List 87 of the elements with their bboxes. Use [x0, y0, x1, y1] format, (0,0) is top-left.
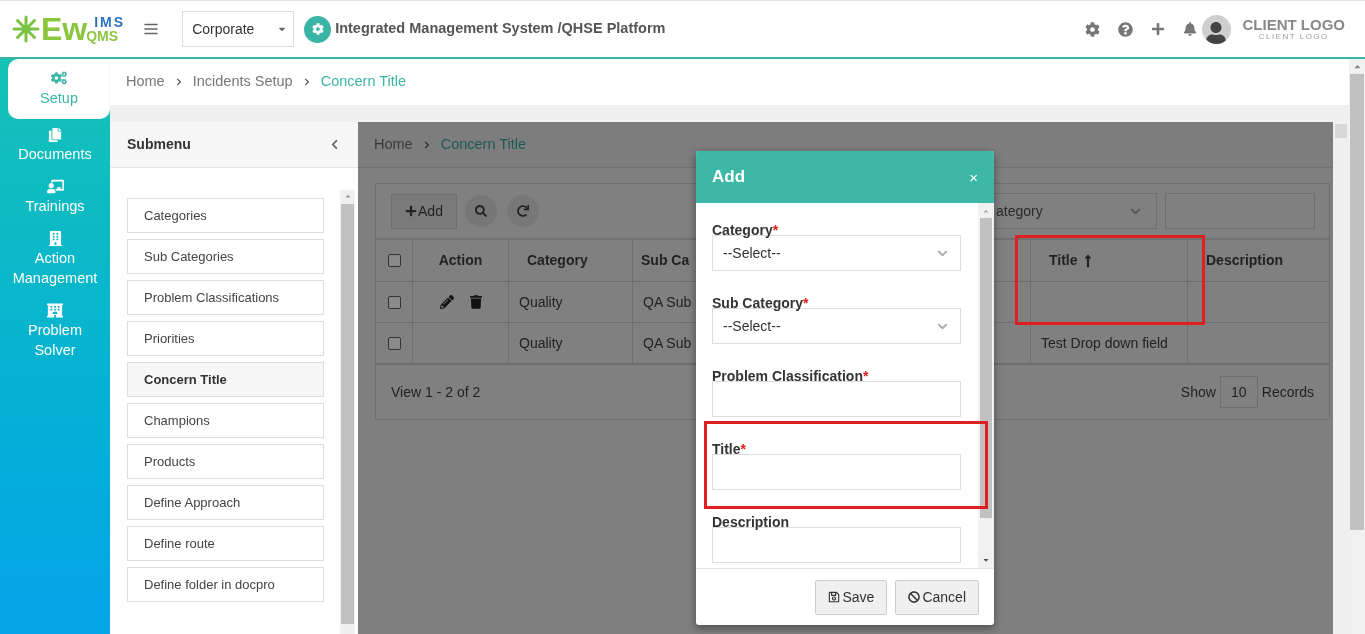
client-logo: CLIENT LOGO — [1242, 17, 1345, 32]
submenu-item[interactable]: Define Approach — [127, 485, 324, 520]
nav-item[interactable]: Documents — [0, 125, 110, 167]
scroll-up-icon[interactable] — [343, 192, 352, 200]
submenu-item[interactable]: Sub Categories — [127, 239, 324, 274]
column-header[interactable]: Category — [509, 240, 633, 281]
client-logo-subtitle: CLIENT LOGO — [1258, 33, 1329, 41]
scroll-down-icon[interactable] — [982, 556, 990, 564]
submenu-item[interactable]: Define folder in docpro — [127, 567, 324, 602]
plus-icon[interactable] — [1150, 22, 1165, 36]
sort-arrow-icon — [1083, 253, 1092, 268]
checkbox[interactable] — [387, 254, 401, 267]
refresh-button[interactable] — [507, 195, 539, 227]
submenu-item[interactable]: Categories — [127, 198, 324, 233]
nav-item[interactable]: Trainings — [0, 176, 110, 219]
bell-icon[interactable] — [1182, 22, 1197, 36]
edit-icon[interactable] — [439, 295, 454, 309]
show-label: Show — [1180, 382, 1216, 402]
add-button[interactable]: Add — [391, 193, 457, 229]
close-button[interactable]: × — [969, 169, 978, 185]
nav-item[interactable]: Action Management — [0, 228, 110, 291]
submenu-item[interactable]: Products — [127, 444, 324, 479]
building-icon — [48, 231, 62, 246]
chevron-icon — [174, 78, 183, 86]
teacher-icon — [46, 179, 64, 194]
logo-text: IMS — [93, 15, 126, 29]
app-title: Integrated Management System /QHSE Platform — [335, 19, 666, 39]
page-size-field[interactable]: 10 — [1219, 376, 1258, 408]
table-cell-text: Quality — [519, 333, 563, 353]
submenu-title: Submenu — [127, 135, 191, 154]
breadcrumb-link[interactable]: Home — [126, 71, 165, 93]
column-header[interactable]: Action — [413, 240, 509, 281]
nav-item[interactable]: Setup — [8, 59, 110, 119]
scrollbar[interactable] — [978, 203, 994, 568]
submenu-item[interactable]: Problem Classifications — [127, 280, 324, 315]
records-label: Records — [1261, 382, 1314, 402]
delete-icon[interactable] — [469, 295, 482, 309]
collapse-icon[interactable] — [330, 139, 339, 150]
submenu-item[interactable]: Concern Title — [127, 362, 324, 397]
help-icon[interactable] — [1117, 21, 1133, 37]
gear-icon — [304, 15, 332, 43]
search-icon — [475, 205, 487, 217]
search-button[interactable] — [465, 195, 497, 227]
scrollbar[interactable] — [340, 190, 355, 634]
scrollbar[interactable] — [1349, 59, 1365, 634]
building-icon — [47, 303, 63, 318]
table-cell-text: Quality — [519, 292, 563, 312]
breadcrumb-link[interactable]: Home — [374, 133, 413, 156]
gears-icon — [51, 70, 67, 86]
submenu-item[interactable]: Champions — [127, 403, 324, 438]
required-marker: * — [740, 440, 746, 459]
chevron-icon — [422, 140, 431, 149]
nav-item[interactable]: Problem Solver — [0, 300, 110, 363]
save-icon — [828, 591, 841, 603]
logo-text: Ew — [41, 13, 88, 45]
organization-select[interactable]: Corporate — [182, 11, 295, 47]
table-cell-text: QA Sub — [643, 292, 692, 312]
scroll-up-icon[interactable] — [1352, 62, 1362, 71]
table-cell-text: QA Sub — [643, 333, 692, 353]
submenu-item[interactable]: Define route — [127, 526, 324, 561]
copy-icon — [48, 128, 62, 142]
table-cell-text: Test Drop down field — [1041, 333, 1168, 353]
input-field[interactable] — [712, 381, 961, 417]
chevron-icon — [302, 78, 311, 86]
field-label: Problem Classification — [712, 367, 863, 386]
checkbox[interactable] — [387, 295, 401, 309]
avatar-icon[interactable] — [1201, 14, 1231, 44]
logo-text: QMS — [86, 29, 120, 43]
field-label: Description — [712, 513, 789, 532]
field-label: Title — [712, 440, 741, 459]
cancel-icon — [908, 591, 921, 603]
submenu-item[interactable]: Priorities — [127, 321, 324, 356]
save-button[interactable]: Save — [815, 579, 888, 615]
input-field[interactable] — [712, 454, 961, 490]
breadcrumb-link[interactable]: Concern Title — [320, 71, 407, 93]
logo-burst-icon — [12, 15, 40, 43]
plus-icon — [405, 205, 418, 217]
cancel-button[interactable]: Cancel — [895, 579, 979, 615]
settings-icon[interactable] — [1084, 21, 1100, 37]
dialog-title: Add — [712, 166, 746, 189]
checkbox[interactable] — [387, 336, 401, 350]
refresh-icon — [517, 205, 529, 217]
required-marker: * — [862, 367, 869, 386]
column-header[interactable]: Title — [1031, 240, 1188, 281]
record-summary: View 1 - 2 of 2 — [391, 382, 481, 402]
column-header[interactable]: Description — [1188, 240, 1329, 281]
breadcrumb-link[interactable]: Incidents Setup — [192, 71, 293, 93]
